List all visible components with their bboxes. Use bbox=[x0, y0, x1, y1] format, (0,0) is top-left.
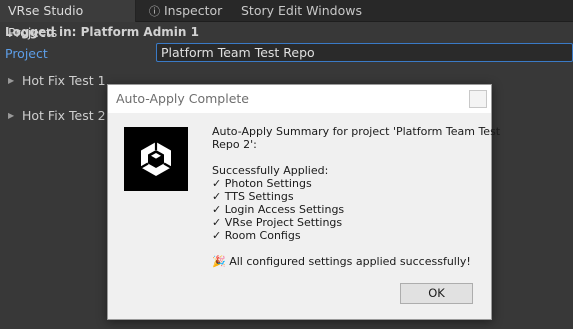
summary-line: Repo 2': bbox=[212, 138, 257, 151]
unity-logo-icon bbox=[124, 127, 188, 191]
auto-apply-dialog: Auto-Apply Complete Auto-Apply Summary f… bbox=[107, 84, 501, 320]
applied-item: ✓ Room Configs bbox=[212, 229, 301, 242]
project-label: Project bbox=[5, 46, 48, 61]
tab-label: Story Edit Windows bbox=[241, 3, 362, 18]
foldout-label: Hot Fix Test 1 bbox=[22, 73, 106, 88]
tab-bar: VRse Studio Projects ⓘ Inspector Story Ed… bbox=[0, 0, 573, 40]
ok-button[interactable]: OK bbox=[400, 283, 473, 304]
dialog-title: Auto-Apply Complete bbox=[116, 91, 249, 106]
success-message: 🎉 All configured settings applied succes… bbox=[212, 255, 471, 268]
applied-item: ✓ TTS Settings bbox=[212, 190, 294, 203]
foldout-label: Hot Fix Test 2 bbox=[22, 108, 106, 123]
applied-item: ✓ Photon Settings bbox=[212, 177, 312, 190]
summary-line: Auto-Apply Summary for project 'Platform… bbox=[212, 125, 501, 138]
tab-story-edit-windows[interactable]: Story Edit Windows bbox=[233, 0, 370, 22]
tab-label: Inspector bbox=[164, 3, 223, 18]
dialog-title-bar: Auto-Apply Complete bbox=[108, 85, 491, 113]
applied-item: ✓ VRse Project Settings bbox=[212, 216, 343, 229]
tab-vrse-studio-projects[interactable]: VRse Studio Projects bbox=[0, 0, 136, 40]
expand-arrow-icon: ▶ bbox=[8, 76, 15, 85]
logged-in-status: Logged in: Platform Admin 1 bbox=[5, 25, 199, 39]
expand-arrow-icon: ▶ bbox=[8, 111, 15, 120]
dialog-message: Auto-Apply Summary for project 'Platform… bbox=[212, 125, 501, 268]
project-dropdown[interactable]: Platform Team Test Repo bbox=[156, 43, 573, 62]
tab-inspector[interactable]: ⓘ Inspector bbox=[141, 0, 230, 22]
applied-item: ✓ Login Access Settings bbox=[212, 203, 345, 216]
dialog-body: Auto-Apply Summary for project 'Platform… bbox=[108, 113, 501, 303]
close-button[interactable] bbox=[469, 90, 487, 108]
applied-header: Successfully Applied: bbox=[212, 164, 329, 177]
info-icon: ⓘ bbox=[149, 5, 160, 18]
